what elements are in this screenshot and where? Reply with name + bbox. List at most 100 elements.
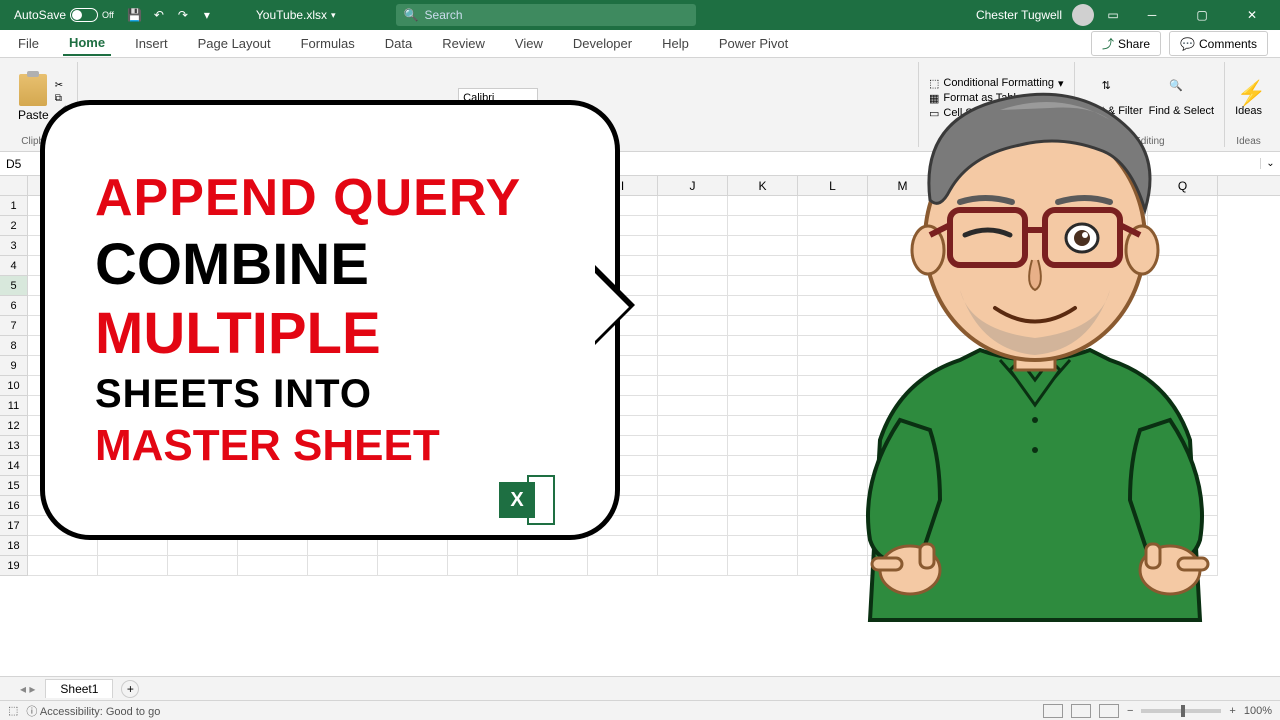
view-pagelayout-button[interactable]	[1071, 704, 1091, 718]
cell[interactable]	[728, 316, 798, 336]
row-header[interactable]: 14	[0, 456, 28, 476]
qat-dropdown-icon[interactable]: ▾	[198, 6, 216, 24]
cell[interactable]	[658, 216, 728, 236]
autosave-toggle[interactable]: AutoSave Off	[8, 6, 120, 24]
tab-pagelayout[interactable]: Page Layout	[192, 32, 277, 55]
row-header[interactable]: 18	[0, 536, 28, 556]
col-header[interactable]: J	[658, 176, 728, 195]
row-header[interactable]: 7	[0, 316, 28, 336]
tab-help[interactable]: Help	[656, 32, 695, 55]
cell[interactable]	[728, 256, 798, 276]
row-header[interactable]: 4	[0, 256, 28, 276]
cell[interactable]	[728, 436, 798, 456]
tab-file[interactable]: File	[12, 32, 45, 55]
share-button[interactable]: ⤴Share	[1091, 31, 1161, 56]
record-macro-icon[interactable]: ⬚	[8, 704, 18, 717]
search-input[interactable]: 🔍 Search	[396, 4, 696, 26]
zoom-level[interactable]: 100%	[1244, 705, 1272, 717]
view-normal-button[interactable]	[1043, 704, 1063, 718]
bubble-line-3: MULTIPLE	[95, 304, 565, 365]
minimize-button[interactable]: ─	[1132, 0, 1172, 30]
cell[interactable]	[728, 556, 798, 576]
ribbon-tabs: File Home Insert Page Layout Formulas Da…	[0, 30, 1280, 58]
redo-icon[interactable]: ↷	[174, 6, 192, 24]
row-header[interactable]: 16	[0, 496, 28, 516]
row-header[interactable]: 3	[0, 236, 28, 256]
cell[interactable]	[658, 516, 728, 536]
row-header[interactable]: 13	[0, 436, 28, 456]
cell[interactable]	[658, 456, 728, 476]
accessibility-status[interactable]: ⓘ Accessibility: Good to go	[26, 703, 160, 719]
cell[interactable]	[658, 496, 728, 516]
view-pagebreak-button[interactable]	[1099, 704, 1119, 718]
row-header[interactable]: 11	[0, 396, 28, 416]
zoom-in-button[interactable]: +	[1229, 705, 1235, 717]
row-header[interactable]: 12	[0, 416, 28, 436]
cell[interactable]	[728, 336, 798, 356]
cell[interactable]	[728, 476, 798, 496]
filename[interactable]: YouTube.xlsx ▾	[256, 8, 336, 22]
row-header[interactable]: 17	[0, 516, 28, 536]
cell[interactable]	[658, 376, 728, 396]
undo-icon[interactable]: ↶	[150, 6, 168, 24]
cell[interactable]	[658, 536, 728, 556]
sheet-tab-sheet1[interactable]: Sheet1	[45, 679, 113, 698]
zoom-out-button[interactable]: −	[1127, 705, 1133, 717]
cell[interactable]	[728, 276, 798, 296]
row-header[interactable]: 8	[0, 336, 28, 356]
tab-powerpivot[interactable]: Power Pivot	[713, 32, 794, 55]
cut-icon[interactable]: ✂	[55, 80, 68, 91]
comments-button[interactable]: 💬Comments	[1169, 31, 1268, 56]
add-sheet-button[interactable]: +	[121, 680, 139, 698]
cell[interactable]	[728, 496, 798, 516]
zoom-slider[interactable]	[1141, 709, 1221, 713]
cell[interactable]	[728, 536, 798, 556]
row-header[interactable]: 5	[0, 276, 28, 296]
tab-data[interactable]: Data	[379, 32, 418, 55]
row-header[interactable]: 1	[0, 196, 28, 216]
cell[interactable]	[728, 216, 798, 236]
cell[interactable]	[658, 356, 728, 376]
cell[interactable]	[728, 236, 798, 256]
tab-developer[interactable]: Developer	[567, 32, 638, 55]
speech-bubble: APPEND QUERY COMBINE MULTIPLE SHEETS INT…	[40, 100, 620, 540]
excel-logo-icon: X	[499, 475, 555, 525]
cell[interactable]	[728, 516, 798, 536]
tab-formulas[interactable]: Formulas	[295, 32, 361, 55]
col-header[interactable]: K	[728, 176, 798, 195]
save-icon[interactable]: 💾	[126, 6, 144, 24]
row-header[interactable]: 10	[0, 376, 28, 396]
ribbon-mode-icon[interactable]: ▭	[1104, 6, 1122, 24]
cell[interactable]	[728, 296, 798, 316]
cell[interactable]	[658, 236, 728, 256]
cell[interactable]	[658, 436, 728, 456]
cell[interactable]	[658, 556, 728, 576]
avatar[interactable]	[1072, 4, 1094, 26]
cell[interactable]	[728, 356, 798, 376]
cell[interactable]	[728, 456, 798, 476]
tab-insert[interactable]: Insert	[129, 32, 174, 55]
cell[interactable]	[728, 416, 798, 436]
cell[interactable]	[658, 416, 728, 436]
sheet-nav[interactable]: ◂ ▸	[20, 682, 35, 696]
row-header[interactable]: 9	[0, 356, 28, 376]
select-all-corner[interactable]	[0, 176, 28, 195]
tab-view[interactable]: View	[509, 32, 549, 55]
close-button[interactable]: ✕	[1232, 0, 1272, 30]
bubble-line-1: APPEND QUERY	[95, 171, 565, 226]
cell[interactable]	[658, 396, 728, 416]
row-header[interactable]: 2	[0, 216, 28, 236]
cell[interactable]	[658, 196, 728, 216]
cell[interactable]	[728, 196, 798, 216]
search-icon: 🔍	[404, 8, 419, 22]
tab-review[interactable]: Review	[436, 32, 491, 55]
row-header[interactable]: 19	[0, 556, 28, 576]
cell[interactable]	[728, 376, 798, 396]
maximize-button[interactable]: ▢	[1182, 0, 1222, 30]
row-header[interactable]: 15	[0, 476, 28, 496]
cell[interactable]	[728, 396, 798, 416]
cell[interactable]	[658, 476, 728, 496]
username-label: Chester Tugwell	[976, 8, 1062, 22]
row-header[interactable]: 6	[0, 296, 28, 316]
tab-home[interactable]: Home	[63, 31, 111, 56]
